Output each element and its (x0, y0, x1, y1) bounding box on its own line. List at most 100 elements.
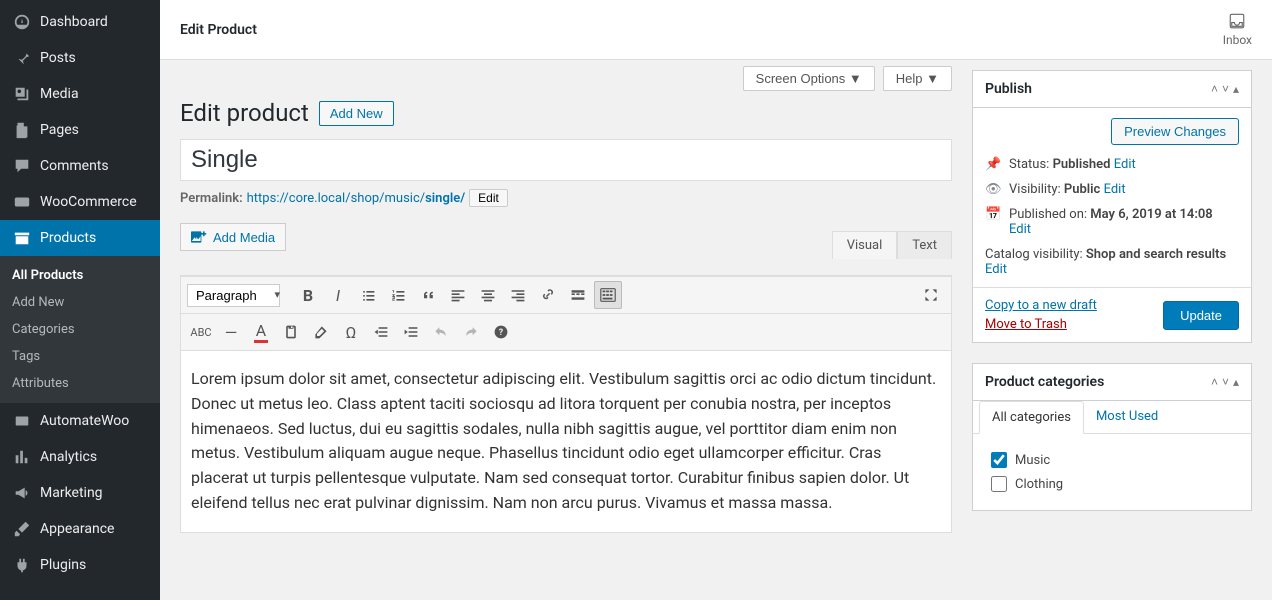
top-bar: Edit Product Inbox (160, 0, 1272, 60)
blockquote-button[interactable] (414, 281, 442, 309)
sidebar-item-label: Posts (40, 50, 76, 66)
archive-icon (12, 228, 32, 248)
sidebar-item-label: Appearance (40, 521, 114, 537)
sidebar-item-woocommerce[interactable]: WooCommerce (0, 184, 160, 220)
screen-options-button[interactable]: Screen Options ▼ (743, 66, 875, 91)
sidebar-item-products[interactable]: Products (0, 220, 160, 256)
sidebar-item-label: Analytics (40, 449, 97, 465)
sidebar-item-pages[interactable]: Pages (0, 112, 160, 148)
publish-box: Publish ˄ ˅ ▴ Preview Changes 📌 (972, 70, 1252, 343)
product-title-input[interactable] (180, 139, 952, 181)
editor-content[interactable]: Lorem ipsum dolor sit amet, consectetur … (181, 351, 951, 532)
permalink-url[interactable]: https://core.local/shop/music/single/ (247, 191, 466, 206)
dashboard-icon (12, 12, 32, 32)
text-color-button[interactable]: A (247, 318, 275, 346)
align-left-button[interactable] (444, 281, 472, 309)
brush-icon (12, 519, 32, 539)
move-down-icon[interactable]: ˅ (1222, 82, 1229, 96)
sidebar-item-label: Pages (40, 122, 79, 138)
preview-changes-button[interactable]: Preview Changes (1111, 118, 1239, 145)
pages-icon (12, 120, 32, 140)
toggle-icon[interactable]: ▴ (1233, 375, 1239, 389)
help-button[interactable]: Help ▼ (883, 66, 952, 91)
submenu-item[interactable]: All Products (0, 262, 160, 289)
admin-sidebar: Dashboard Posts Media Pages CommentsWooComme… (0, 0, 160, 600)
tab-most-used[interactable]: Most Used (1084, 401, 1170, 433)
page-title: Edit Product (180, 22, 257, 38)
tab-all-categories[interactable]: All categories (979, 401, 1084, 434)
category-item[interactable]: Music (985, 448, 1239, 472)
toggle-icon[interactable]: ▴ (1233, 82, 1239, 96)
redo-button[interactable] (457, 318, 485, 346)
submenu-item[interactable]: Tags (0, 343, 160, 370)
sidebar-item-label: Plugins (40, 557, 86, 573)
pin-icon: 📌 (985, 157, 1001, 172)
add-new-button[interactable]: Add New (319, 101, 394, 126)
sidebar-item-dashboard[interactable]: Dashboard (0, 4, 160, 40)
update-button[interactable]: Update (1163, 301, 1239, 330)
pin-icon (12, 48, 32, 68)
category-checkbox[interactable] (991, 452, 1007, 468)
category-checkbox[interactable] (991, 476, 1007, 492)
edit-status-link[interactable]: Edit (1114, 157, 1136, 172)
sidebar-item-label: AutomateWoo (40, 413, 129, 429)
category-item[interactable]: Clothing (985, 472, 1239, 496)
sidebar-item-media[interactable]: Media (0, 76, 160, 112)
copy-draft-link[interactable]: Copy to a new draft (985, 298, 1097, 313)
link-button[interactable] (534, 281, 562, 309)
editor-toolbar-row2: ABC — A Ω ? (181, 314, 951, 351)
tab-visual[interactable]: Visual (832, 231, 898, 259)
submenu-item[interactable]: Attributes (0, 370, 160, 397)
move-up-icon[interactable]: ˄ (1211, 375, 1218, 389)
hr-button[interactable]: — (217, 318, 245, 346)
comment-icon (12, 156, 32, 176)
number-list-button[interactable] (384, 281, 412, 309)
outdent-button[interactable] (367, 318, 395, 346)
undo-button[interactable] (427, 318, 455, 346)
help-icon-button[interactable]: ? (487, 318, 515, 346)
strikethrough-button[interactable]: ABC (187, 318, 215, 346)
toolbar-toggle-button[interactable] (594, 281, 622, 309)
submenu-item[interactable]: Categories (0, 316, 160, 343)
move-down-icon[interactable]: ˅ (1222, 375, 1229, 389)
inbox-button[interactable]: Inbox (1223, 12, 1252, 47)
move-to-trash-link[interactable]: Move to Trash (985, 317, 1097, 332)
bullet-list-button[interactable] (354, 281, 382, 309)
sidebar-item-comments[interactable]: Comments (0, 148, 160, 184)
submenu-item[interactable]: Add New (0, 289, 160, 316)
sidebar-item-posts[interactable]: Posts (0, 40, 160, 76)
align-center-button[interactable] (474, 281, 502, 309)
edit-catalog-link[interactable]: Edit (985, 262, 1007, 277)
edit-date-link[interactable]: Edit (1009, 222, 1031, 237)
edit-visibility-link[interactable]: Edit (1104, 182, 1126, 197)
sidebar-item-marketing[interactable]: Marketing (0, 475, 160, 511)
sidebar-item-plugins[interactable]: Plugins (0, 547, 160, 583)
sidebar-item-label: Marketing (40, 485, 103, 501)
sidebar-item-analytics[interactable]: Analytics (0, 439, 160, 475)
sidebar-item-automatewoo[interactable]: AutomateWoo (0, 403, 160, 439)
heading: Edit product (180, 99, 309, 127)
permalink-edit-button[interactable]: Edit (469, 189, 508, 207)
indent-button[interactable] (397, 318, 425, 346)
editor-toolbar-row1: Paragraph B I (181, 276, 951, 314)
bold-button[interactable]: B (294, 281, 322, 309)
categories-box: Product categories ˄ ˅ ▴ All categories … (972, 363, 1252, 511)
special-char-button[interactable]: Ω (337, 318, 365, 346)
megaphone-icon (12, 483, 32, 503)
add-media-button[interactable]: Add Media (180, 223, 286, 251)
clear-format-button[interactable] (307, 318, 335, 346)
sidebar-item-appearance[interactable]: Appearance (0, 511, 160, 547)
align-right-button[interactable] (504, 281, 532, 309)
sidebar-item-label: Media (40, 86, 79, 102)
readmore-button[interactable] (564, 281, 592, 309)
italic-button[interactable]: I (324, 281, 352, 309)
move-up-icon[interactable]: ˄ (1211, 82, 1218, 96)
media-icon (191, 229, 207, 245)
tab-text[interactable]: Text (897, 231, 952, 259)
format-select[interactable]: Paragraph (187, 284, 280, 307)
svg-text:?: ? (499, 328, 504, 338)
permalink-label: Permalink: (180, 191, 243, 206)
sidebar-item-label: Dashboard (40, 14, 108, 30)
paste-text-button[interactable] (277, 318, 305, 346)
fullscreen-button[interactable] (917, 281, 945, 309)
